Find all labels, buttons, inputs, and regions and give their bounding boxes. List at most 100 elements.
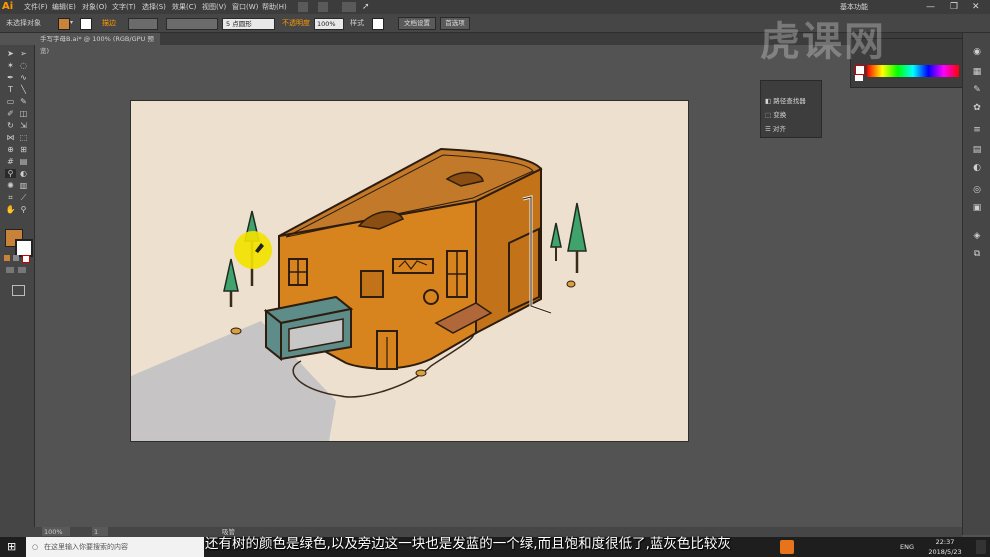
taskbar-search[interactable]: ○ 在这里输入你要搜索的内容 xyxy=(26,537,204,557)
menu-help[interactable]: 帮助(H) xyxy=(262,0,287,14)
screen-mode-icon[interactable] xyxy=(12,285,25,296)
scale-icon[interactable]: ⇲ xyxy=(18,121,29,130)
zoom-icon[interactable]: ⚲ xyxy=(18,205,29,214)
artboard[interactable] xyxy=(130,100,689,442)
close-button[interactable]: ✕ xyxy=(972,0,980,14)
graphic-styles-icon[interactable]: ▣ xyxy=(971,203,983,213)
opacity-input[interactable]: 100% xyxy=(314,18,344,30)
none-mode-icon[interactable] xyxy=(22,255,30,263)
brushes-icon[interactable]: ✎ xyxy=(971,85,983,95)
pen-icon[interactable]: ✒ xyxy=(5,73,16,82)
layers-icon[interactable]: ◈ xyxy=(971,231,983,241)
watermark-logo: 虎课网 xyxy=(760,19,886,65)
fill-color-swatch[interactable] xyxy=(58,18,70,30)
selection-icon[interactable]: ➤ xyxy=(5,49,16,58)
magic-wand-icon[interactable]: ✶ xyxy=(5,61,16,70)
gpu-performance-icon[interactable]: ➚ xyxy=(362,1,374,13)
hand-icon[interactable]: ✋ xyxy=(5,205,16,214)
windows-icon[interactable]: ⊞ xyxy=(7,541,19,553)
menu-object[interactable]: 对象(O) xyxy=(82,0,107,14)
rectangle-icon[interactable]: ▭ xyxy=(5,97,16,106)
eraser-icon[interactable]: ◫ xyxy=(18,109,29,118)
clock-date: 2018/5/23 xyxy=(928,548,962,556)
workspace-switcher[interactable]: 基本功能 xyxy=(840,0,868,14)
menu-view[interactable]: 视图(V) xyxy=(202,0,226,14)
perspective-grid-icon[interactable]: ⊞ xyxy=(18,145,29,154)
artboard-number[interactable]: 1 xyxy=(92,527,108,536)
menu-edit[interactable]: 编辑(E) xyxy=(52,0,76,14)
symbol-sprayer-icon[interactable]: ✺ xyxy=(5,181,16,190)
line-icon[interactable]: ╲ xyxy=(18,85,29,94)
minimize-button[interactable]: — xyxy=(926,0,935,14)
bridge-icon[interactable] xyxy=(298,2,308,12)
none-color-swatch[interactable] xyxy=(855,65,865,75)
cursor-highlight xyxy=(234,231,272,269)
search-placeholder: 在这里输入你要搜索的内容 xyxy=(44,543,128,551)
brick-panel xyxy=(360,270,384,298)
align-tab[interactable]: ☰ 对齐 xyxy=(765,123,786,135)
lasso-icon[interactable]: ◌ xyxy=(18,61,29,70)
document-setup-button[interactable]: 文档设置 xyxy=(398,17,436,30)
pathfinder-panel-group: ◧ 路径查找器 ⬚ 变换 ☰ 对齐 xyxy=(760,80,822,138)
gradient-panel-icon[interactable]: ▤ xyxy=(971,145,983,155)
variable-width-select[interactable] xyxy=(166,18,218,30)
menu-type[interactable]: 文字(T) xyxy=(112,0,136,14)
type-icon[interactable]: T xyxy=(5,85,16,94)
pathfinder-icon: ◧ xyxy=(765,97,774,105)
column-graph-icon[interactable]: ▥ xyxy=(18,181,29,190)
arrange-documents-icon[interactable] xyxy=(342,2,356,12)
direct-selection-icon[interactable]: ➢ xyxy=(18,49,29,58)
free-transform-icon[interactable]: ⬚ xyxy=(18,133,29,142)
gradient-icon[interactable]: ▤ xyxy=(18,157,29,166)
blend-icon[interactable]: ◐ xyxy=(18,169,29,178)
slice-icon[interactable]: ⟋ xyxy=(18,193,29,202)
stroke-weight-input[interactable] xyxy=(128,18,158,30)
brush-definition-select[interactable]: 5 点圆形 xyxy=(222,18,275,30)
language-indicator[interactable]: ENG xyxy=(900,537,914,557)
shaper-icon[interactable]: ✐ xyxy=(5,109,16,118)
color-spectrum[interactable] xyxy=(867,65,959,77)
menu-file[interactable]: 文件(F) xyxy=(24,0,48,14)
stroke-label[interactable]: 描边 xyxy=(102,14,116,32)
symbols-icon[interactable]: ✿ xyxy=(971,103,983,113)
appearance-icon[interactable]: ◎ xyxy=(971,185,983,195)
draw-mode-icon[interactable] xyxy=(6,267,14,273)
eyedropper-icon[interactable]: ⚲ xyxy=(5,169,16,178)
stroke-color-swatch[interactable] xyxy=(80,18,92,30)
width-icon[interactable]: ⋈ xyxy=(5,133,16,142)
mesh-icon[interactable]: # xyxy=(5,157,16,166)
transform-tab[interactable]: ⬚ 变换 xyxy=(765,109,786,121)
gradient-mode-icon[interactable] xyxy=(13,255,19,261)
rotate-icon[interactable]: ↻ xyxy=(5,121,16,130)
shape-builder-icon[interactable]: ⊕ xyxy=(5,145,16,154)
color-panel-icon[interactable]: ◉ xyxy=(971,47,983,57)
opacity-label[interactable]: 不透明度 xyxy=(282,14,310,32)
chevron-down-icon[interactable]: ▾ xyxy=(70,18,76,28)
preferences-button[interactable]: 首选项 xyxy=(440,17,470,30)
stock-icon[interactable] xyxy=(318,2,328,12)
curvature-icon[interactable]: ∿ xyxy=(18,73,29,82)
pebble xyxy=(230,327,242,335)
document-tab[interactable]: 手写字母B.ai* @ 100% (RGB/GPU 预览) xyxy=(36,33,160,55)
stroke-panel-icon[interactable]: ≡ xyxy=(971,125,983,135)
transparency-icon[interactable]: ◐ xyxy=(971,163,983,173)
graphic-style-swatch[interactable] xyxy=(372,18,384,30)
notification-icon[interactable] xyxy=(976,540,986,554)
menu-effect[interactable]: 效果(C) xyxy=(172,0,196,14)
menu-select[interactable]: 选择(S) xyxy=(142,0,166,14)
zoom-select[interactable]: 100% xyxy=(42,527,70,536)
draw-inside-icon[interactable] xyxy=(18,267,26,273)
paintbrush-icon[interactable]: ✎ xyxy=(18,97,29,106)
pathfinder-tab[interactable]: ◧ 路径查找器 xyxy=(765,95,806,107)
artboards-icon[interactable]: ⧉ xyxy=(971,249,983,259)
menu-window[interactable]: 窗口(W) xyxy=(232,0,258,14)
taskbar-clock[interactable]: 22:37 2018/5/23 xyxy=(920,537,970,557)
selection-status: 未选择对象 xyxy=(6,19,41,27)
white-color-swatch[interactable] xyxy=(855,75,863,81)
menu-bar: Ai 文件(F) 编辑(E) 对象(O) 文字(T) 选择(S) 效果(C) 视… xyxy=(0,0,990,14)
artboard-icon[interactable]: ⌗ xyxy=(5,193,16,202)
maximize-button[interactable]: ❐ xyxy=(950,0,958,14)
swatches-icon[interactable]: ▦ xyxy=(971,67,983,77)
color-mode-icon[interactable] xyxy=(4,255,10,261)
align-icon: ☰ xyxy=(765,125,773,133)
